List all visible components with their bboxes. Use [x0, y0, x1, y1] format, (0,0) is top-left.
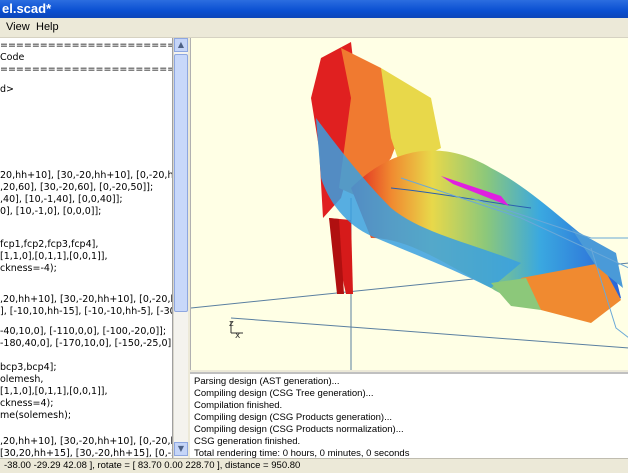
code-line: bcp3,bcp4];: [0, 362, 57, 373]
console-line: Parsing design (AST generation)...: [194, 376, 340, 387]
y-axis-line: [230, 317, 628, 349]
code-line: =========================: [0, 64, 172, 75]
code-line: [1,1,0],[0,1,1],[0,0,1]],: [0, 386, 108, 397]
code-line: 20,hh+10], [30,-20,hh+10], [0,-20,hh]];: [0, 170, 173, 181]
code-line: ], [-10,10,hh-15], [-10,-10,hh-5], [-30,…: [0, 306, 172, 317]
code-line: ,40], [10,-1,40], [0,0,40]];: [0, 194, 123, 205]
viewport-status: -38.00 -29.29 42.08 ], rotate = [ 83.70 …: [4, 460, 301, 471]
code-editor[interactable]: ========================= Code =========…: [0, 38, 173, 458]
title-bar: el.scad*: [0, 0, 628, 18]
menu-help[interactable]: Help: [36, 21, 59, 33]
code-line: -180,40,0], [-170,10,0], [-150,-25,0]];: [0, 338, 173, 349]
console-line: Compiling design (CSG Tree generation)..…: [194, 388, 374, 399]
window-title: el.scad*: [2, 1, 52, 16]
code-line: ,20,hh+10], [30,-20,hh+10], [0,-20,hh]];: [0, 436, 172, 447]
code-line: =========================: [0, 40, 172, 51]
code-line: fcp1,fcp2,fcp3,fcp4],: [0, 239, 99, 250]
menu-view[interactable]: View: [6, 21, 30, 33]
code-line: olemesh,: [0, 374, 44, 385]
code-line: me(solemesh);: [0, 410, 72, 421]
status-bar: -38.00 -29.29 42.08 ], rotate = [ 83.70 …: [0, 458, 628, 473]
code-line: ckness=4);: [0, 398, 54, 409]
scroll-up-button[interactable]: ▲: [174, 38, 188, 52]
code-line: 0], [10,-1,0], [0,0,0]];: [0, 206, 102, 217]
code-line: [30,20,hh+15], [30,-20,hh+15], [0,-20,hh…: [0, 448, 172, 458]
code-line: ckness=-4);: [0, 263, 57, 274]
editor-scrollbar[interactable]: ▲ ▼: [173, 38, 188, 458]
code-line: [1,1,0],[0,1,1],[0,0,1]],: [0, 251, 108, 262]
code-line: Code: [0, 52, 25, 63]
code-line: ,20,hh+10], [30,-20,hh+10], [0,-20,hh]];: [0, 294, 172, 305]
scroll-thumb[interactable]: [174, 54, 188, 312]
code-line: -40,10,0], [-110,0,0], [-100,-20,0]];: [0, 326, 167, 337]
menu-bar: View Help: [0, 18, 628, 38]
console-panel: Parsing design (AST generation)... Compi…: [190, 372, 628, 460]
code-line: d>: [0, 84, 14, 95]
console-line: CSG generation finished.: [194, 436, 301, 447]
console-line: Compiling design (CSG Products normaliza…: [194, 424, 404, 435]
3d-render: z x: [191, 42, 628, 370]
code-line: ,20,60], [30,-20,60], [0,-20,50]];: [0, 182, 154, 193]
console-line: Compiling design (CSG Products generatio…: [194, 412, 393, 423]
render-viewport[interactable]: z x: [190, 38, 628, 370]
scroll-down-button[interactable]: ▼: [174, 442, 188, 456]
console-line: Compilation finished.: [194, 400, 283, 411]
